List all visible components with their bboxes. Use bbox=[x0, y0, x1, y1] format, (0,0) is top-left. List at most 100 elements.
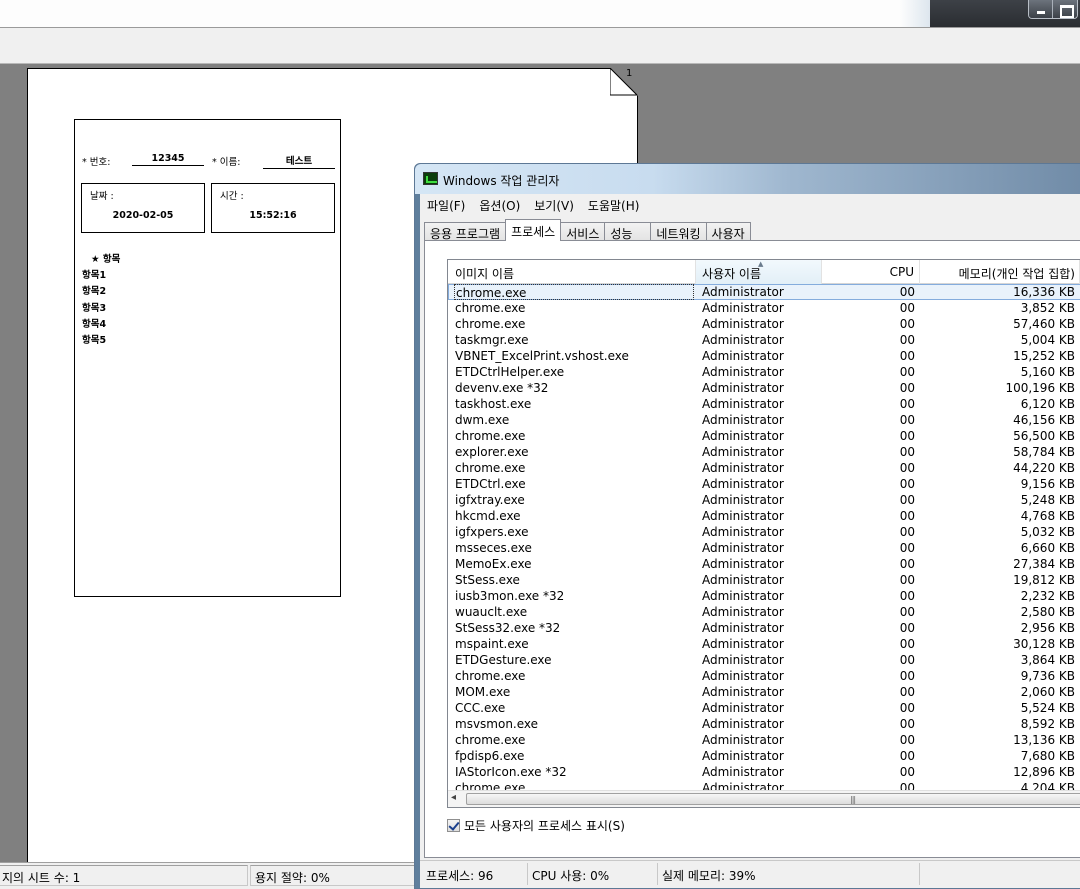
task-manager-titlebar[interactable]: Windows 작업 관리자 bbox=[415, 164, 1080, 194]
process-memory: 46,156 KB bbox=[1013, 413, 1075, 427]
process-cpu: 00 bbox=[899, 653, 915, 667]
maximize-button[interactable] bbox=[1053, 0, 1077, 18]
show-all-users-option[interactable]: 모든 사용자의 프로세스 표시(S) bbox=[447, 817, 625, 834]
process-list[interactable]: 이미지 이름 ▲ 사용자 이름 CPU 메모리(개인 작업 집합) chrome… bbox=[447, 259, 1080, 808]
process-row[interactable]: igfxpers.exe Administrator 00 5,032 KB bbox=[448, 524, 1080, 540]
process-row[interactable]: StSess32.exe *32 Administrator 00 2,956 KB bbox=[448, 620, 1080, 636]
process-cpu: 00 bbox=[899, 749, 915, 763]
process-cpu: 00 bbox=[899, 477, 915, 491]
form-item: 항목1 bbox=[82, 270, 107, 281]
process-row[interactable]: CCC.exe Administrator 00 5,524 KB bbox=[448, 700, 1080, 716]
process-user-name: Administrator bbox=[702, 397, 784, 411]
tab-networking[interactable]: 네트워킹 bbox=[651, 222, 707, 241]
process-row[interactable]: wuauclt.exe Administrator 00 2,580 KB bbox=[448, 604, 1080, 620]
form-item: 항목2 bbox=[82, 286, 107, 297]
process-row[interactable]: ETDGesture.exe Administrator 00 3,864 KB bbox=[448, 652, 1080, 668]
process-cpu: 00 bbox=[899, 685, 915, 699]
process-row[interactable]: MemoEx.exe Administrator 00 27,384 KB bbox=[448, 556, 1080, 572]
tab-processes[interactable]: 프로세스 bbox=[505, 219, 562, 241]
process-row[interactable]: StSess.exe Administrator 00 19,812 KB bbox=[448, 572, 1080, 588]
tab-applications[interactable]: 응용 프로그램 bbox=[424, 222, 507, 241]
process-row[interactable]: devenv.exe *32 Administrator 00 100,196 KB bbox=[448, 380, 1080, 396]
column-memory-label: 메모리(개인 작업 집합) bbox=[958, 267, 1075, 281]
process-user-name: Administrator bbox=[702, 541, 784, 555]
tab-services[interactable]: 서비스 bbox=[561, 222, 606, 241]
process-image-name: MemoEx.exe bbox=[455, 557, 532, 571]
process-row[interactable]: taskmgr.exe Administrator 00 5,004 KB bbox=[448, 332, 1080, 348]
process-row[interactable]: dwm.exe Administrator 00 46,156 KB bbox=[448, 412, 1080, 428]
process-image-name: taskmgr.exe bbox=[455, 333, 529, 347]
menu-help[interactable]: 도움말(H) bbox=[581, 194, 647, 216]
process-row[interactable]: chrome.exe Administrator 00 3,852 KB bbox=[448, 300, 1080, 316]
caption-buttons bbox=[1028, 0, 1078, 19]
task-manager-window: Windows 작업 관리자 파일(F) 옵션(O) 보기(V) 도움말(H) … bbox=[414, 163, 1080, 889]
process-count-status: 프로세스: 96 bbox=[422, 863, 528, 885]
process-row[interactable]: chrome.exe Administrator 00 56,500 KB bbox=[448, 428, 1080, 444]
show-all-users-checkbox[interactable] bbox=[447, 819, 460, 832]
column-user-name[interactable]: ▲ 사용자 이름 bbox=[696, 260, 822, 284]
process-user-name: Administrator bbox=[702, 701, 784, 715]
show-all-users-label: 모든 사용자의 프로세스 표시(S) bbox=[464, 819, 625, 833]
process-row[interactable]: ETDCtrlHelper.exe Administrator 00 5,160 KB bbox=[448, 364, 1080, 380]
process-image-name: chrome.exe bbox=[454, 284, 694, 300]
process-row[interactable]: ETDCtrl.exe Administrator 00 9,156 KB bbox=[448, 476, 1080, 492]
process-image-name: taskhost.exe bbox=[455, 397, 532, 411]
process-memory: 5,160 KB bbox=[1020, 365, 1075, 379]
tab-users[interactable]: 사용자 bbox=[706, 222, 751, 241]
process-image-name: chrome.exe bbox=[455, 461, 526, 475]
process-row[interactable]: msvsmon.exe Administrator 00 8,592 KB bbox=[448, 716, 1080, 732]
process-row[interactable]: mspaint.exe Administrator 00 30,128 KB bbox=[448, 636, 1080, 652]
menu-view[interactable]: 보기(V) bbox=[527, 194, 581, 216]
process-image-name: chrome.exe bbox=[455, 669, 526, 683]
process-cpu: 00 bbox=[899, 285, 915, 299]
process-row[interactable]: chrome.exe Administrator 00 9,736 KB bbox=[448, 668, 1080, 684]
process-image-name: ETDCtrl.exe bbox=[455, 477, 526, 491]
process-row[interactable]: VBNET_ExcelPrint.vshost.exe Administrator… bbox=[448, 348, 1080, 364]
process-row[interactable]: hkcmd.exe Administrator 00 4,768 KB bbox=[448, 508, 1080, 524]
process-image-name: VBNET_ExcelPrint.vshost.exe bbox=[455, 349, 629, 363]
menu-options[interactable]: 옵션(O) bbox=[472, 194, 527, 216]
process-user-name: Administrator bbox=[702, 749, 784, 763]
scrollbar-thumb[interactable]: ||| bbox=[466, 793, 1080, 805]
process-row[interactable]: taskhost.exe Administrator 00 6,120 KB bbox=[448, 396, 1080, 412]
process-row[interactable]: chrome.exe Administrator 00 44,220 KB bbox=[448, 460, 1080, 476]
process-row[interactable]: MOM.exe Administrator 00 2,060 KB bbox=[448, 684, 1080, 700]
menu-file[interactable]: 파일(F) bbox=[420, 194, 472, 216]
process-cpu: 00 bbox=[899, 637, 915, 651]
process-row[interactable]: chrome.exe Administrator 00 57,460 KB bbox=[448, 316, 1080, 332]
column-cpu[interactable]: CPU bbox=[822, 260, 920, 284]
date-box: 날짜 : 2020-02-05 bbox=[81, 183, 205, 233]
column-memory[interactable]: 메모리(개인 작업 집합) bbox=[920, 260, 1080, 284]
process-row[interactable]: chrome.exe Administrator 00 16,336 KB bbox=[448, 284, 1080, 300]
horizontal-scrollbar[interactable]: ◂ ||| bbox=[448, 790, 1080, 807]
preview-toolbar bbox=[0, 28, 1080, 64]
tab-performance[interactable]: 성능 bbox=[605, 222, 652, 241]
process-row[interactable]: fpdisp6.exe Administrator 00 7,680 KB bbox=[448, 748, 1080, 764]
process-cpu: 00 bbox=[899, 589, 915, 603]
process-row[interactable]: iusb3mon.exe *32 Administrator 00 2,232 KB bbox=[448, 588, 1080, 604]
process-row[interactable]: IAStorIcon.exe *32 Administrator 00 12,896 … bbox=[448, 764, 1080, 780]
process-memory: 44,220 KB bbox=[1013, 461, 1075, 475]
process-row[interactable]: chrome.exe Administrator 00 13,136 KB bbox=[448, 732, 1080, 748]
column-image-name[interactable]: 이미지 이름 bbox=[448, 260, 696, 284]
process-image-name: iusb3mon.exe *32 bbox=[455, 589, 565, 603]
process-row[interactable]: msseces.exe Administrator 00 6,660 KB bbox=[448, 540, 1080, 556]
process-row[interactable]: explorer.exe Administrator 00 58,784 KB bbox=[448, 444, 1080, 460]
minimize-button[interactable] bbox=[1029, 0, 1053, 18]
process-cpu: 00 bbox=[899, 621, 915, 635]
process-cpu: 00 bbox=[899, 429, 915, 443]
scroll-left-icon[interactable]: ◂ bbox=[451, 792, 456, 803]
process-image-name: igfxpers.exe bbox=[455, 525, 529, 539]
process-cpu: 00 bbox=[899, 765, 915, 779]
process-image-name: StSess32.exe *32 bbox=[455, 621, 561, 635]
report-form: * 번호: 12345 * 이름: 테스트 날짜 : 2020-02-05 시간… bbox=[74, 119, 341, 597]
name-value: 테스트 bbox=[263, 153, 335, 169]
process-memory: 4,768 KB bbox=[1020, 509, 1075, 523]
time-value: 15:52:16 bbox=[249, 210, 297, 221]
process-memory: 5,032 KB bbox=[1020, 525, 1075, 539]
process-memory: 7,680 KB bbox=[1020, 749, 1075, 763]
process-image-name: wuauclt.exe bbox=[455, 605, 528, 619]
cpu-usage-status: CPU 사용: 0% bbox=[528, 863, 658, 885]
process-row[interactable]: igfxtray.exe Administrator 00 5,248 KB bbox=[448, 492, 1080, 508]
process-user-name: Administrator bbox=[702, 653, 784, 667]
